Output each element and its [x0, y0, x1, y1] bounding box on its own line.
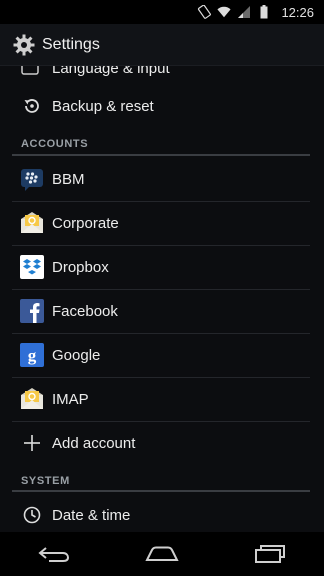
list-item-imap[interactable]: IMAP [0, 377, 324, 421]
plus-icon [20, 431, 44, 455]
section-divider [12, 154, 310, 156]
settings-list[interactable]: Language & input Backup & reset ACCOUNTS [0, 66, 324, 532]
list-item-label: Corporate [52, 214, 119, 232]
list-item-date-time[interactable]: Date & time [0, 493, 324, 532]
list-item-add-account[interactable]: Add account [0, 421, 324, 465]
status-time: 12:26 [281, 4, 314, 20]
gear-icon[interactable] [12, 33, 36, 57]
bbm-icon [20, 167, 44, 191]
list-item-label: Add account [52, 434, 136, 452]
signal-icon [237, 5, 251, 19]
dropbox-icon [20, 255, 44, 279]
wifi-icon [217, 5, 232, 19]
list-item-facebook[interactable]: Facebook [0, 289, 324, 333]
facebook-icon [20, 299, 44, 323]
email-envelope-icon [20, 211, 44, 235]
list-item-dropbox[interactable]: Dropbox [0, 245, 324, 289]
section-header-system: SYSTEM [0, 465, 324, 491]
list-item-label: Facebook [52, 302, 118, 320]
status-bar: 12:26 [0, 0, 324, 24]
list-item-label: IMAP [52, 390, 89, 408]
navigation-bar [0, 532, 324, 576]
list-item-backup-reset[interactable]: Backup & reset [0, 84, 324, 128]
list-item-label: Backup & reset [52, 97, 154, 115]
section-header-accounts: ACCOUNTS [0, 128, 324, 154]
rotation-icon [197, 5, 212, 19]
action-bar: Settings [0, 24, 324, 66]
back-icon[interactable] [34, 540, 74, 568]
list-item-label: BBM [52, 170, 85, 188]
list-item-label: Dropbox [52, 258, 109, 276]
page-title: Settings [42, 35, 100, 53]
backup-reset-icon [20, 94, 44, 118]
section-title: SYSTEM [21, 475, 70, 487]
svg-text:g: g [28, 346, 37, 365]
email-envelope-icon [20, 387, 44, 411]
clock-icon [20, 503, 44, 527]
list-item-label: Language & input [52, 66, 170, 77]
language-icon [20, 66, 44, 78]
section-title: ACCOUNTS [21, 138, 89, 150]
list-item-google[interactable]: g Google [0, 333, 324, 377]
google-icon: g [20, 343, 44, 367]
home-icon[interactable] [142, 540, 182, 568]
list-item-corporate[interactable]: Corporate [0, 201, 324, 245]
recents-icon[interactable] [250, 540, 290, 568]
section-divider [12, 490, 310, 492]
battery-icon [257, 5, 271, 19]
list-item-label: Google [52, 346, 101, 364]
list-item-bbm[interactable]: BBM [0, 157, 324, 201]
list-item-label: Date & time [52, 506, 131, 524]
